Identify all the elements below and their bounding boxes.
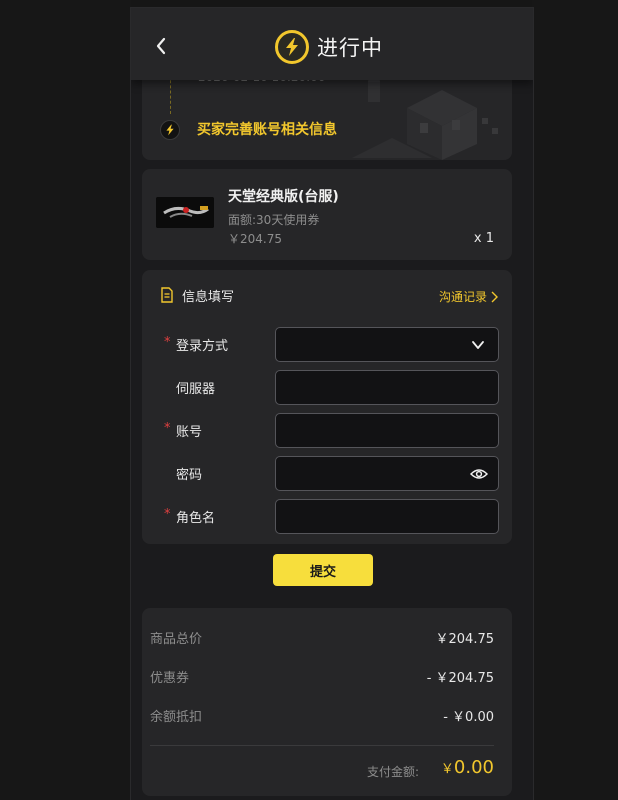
role-name-label: 角色名 [176, 511, 216, 526]
server-field[interactable] [275, 370, 499, 405]
document-icon [161, 287, 173, 303]
role-name-row: * 角色名 [142, 499, 512, 534]
summary-row-coupon: 优惠券 - ￥204.75 [142, 667, 512, 687]
top-bar: 进行中 [131, 8, 533, 80]
payment-summary-card: 商品总价 ￥204.75 优惠券 - ￥204.75 余额抵扣 - ￥0.00 … [142, 608, 512, 796]
product-quantity: x 1 [473, 231, 494, 246]
summary-value: ￥204.75 [435, 632, 495, 647]
account-input[interactable] [276, 414, 498, 447]
role-name-input[interactable] [276, 500, 498, 533]
summary-label: 商品总价 [150, 632, 203, 647]
status-card: 2026-02-10 16:20:00 买家完善账号相关信息 [142, 68, 512, 160]
required-mark: * [164, 421, 171, 436]
status-text: 买家完善账号相关信息 [197, 122, 337, 138]
chat-history-label: 沟通记录 [438, 290, 487, 304]
title-group: 进行中 [275, 30, 383, 64]
backdrop-right [532, 0, 618, 800]
server-row: 伺服器 [142, 370, 512, 405]
role-name-field[interactable] [275, 499, 499, 534]
account-row: * 账号 [142, 413, 512, 448]
password-label: 密码 [176, 468, 203, 483]
product-thumbnail [156, 197, 214, 228]
login-method-select[interactable] [275, 327, 499, 362]
chevron-down-icon[interactable] [470, 337, 486, 353]
phone-screen: 进行中 2026-02-10 16:20:00 买家完善账号相关信息 [131, 8, 533, 800]
product-name: 天堂经典版(台服) [228, 189, 339, 205]
chevron-left-icon [156, 37, 166, 55]
account-label: 账号 [176, 425, 203, 440]
product-card[interactable]: 天堂经典版(台服) 面额:30天使用券 ￥204.75 x 1 [142, 169, 512, 260]
info-form-card: 信息填写 沟通记录 * 登录方式 伺服器 * 账号 密码 * 角色名 [142, 270, 512, 544]
product-price: ￥204.75 [228, 232, 282, 246]
summary-value: - ￥204.75 [426, 671, 494, 686]
required-mark: * [164, 335, 171, 350]
backdrop-left [0, 0, 131, 800]
login-method-label: 登录方式 [176, 339, 229, 354]
account-field[interactable] [275, 413, 499, 448]
eye-icon[interactable] [470, 466, 488, 482]
summary-divider [150, 745, 494, 746]
product-denomination: 面额:30天使用券 [228, 213, 320, 227]
pay-amount-label: 支付金额: [367, 765, 420, 779]
summary-label: 优惠券 [150, 671, 190, 686]
building-illustration [352, 68, 512, 160]
login-method-input[interactable] [276, 328, 498, 361]
summary-label: 余额抵扣 [150, 710, 203, 725]
chat-history-link[interactable]: 沟通记录 [439, 288, 498, 305]
summary-value: - ￥0.00 [443, 710, 494, 725]
pay-amount: 0.00 [453, 757, 494, 778]
required-mark: * [164, 507, 171, 522]
server-label: 伺服器 [176, 382, 216, 397]
pay-currency: ￥ [440, 762, 454, 777]
back-button[interactable] [149, 32, 173, 60]
status-bolt-icon [160, 120, 180, 140]
server-input[interactable] [276, 371, 498, 404]
lightning-bolt-icon [275, 30, 309, 64]
pay-amount-value: ￥0.00 [441, 757, 494, 778]
login-method-row: * 登录方式 [142, 327, 512, 362]
password-row: 密码 [142, 456, 512, 491]
password-input[interactable] [276, 457, 498, 490]
password-field[interactable] [275, 456, 499, 491]
summary-row-total: 商品总价 ￥204.75 [142, 628, 512, 648]
chevron-right-icon [491, 291, 498, 302]
submit-button[interactable]: 提交 [273, 554, 373, 586]
form-title: 信息填写 [182, 290, 235, 305]
page-title: 进行中 [317, 36, 383, 60]
summary-row-balance: 余额抵扣 - ￥0.00 [142, 706, 512, 726]
